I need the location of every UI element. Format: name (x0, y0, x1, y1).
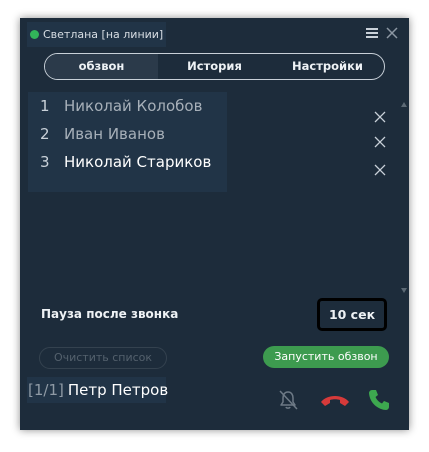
tab-bar: обзвон История Настройки (44, 53, 385, 80)
list-item[interactable]: 3 Николай Стариков (28, 149, 227, 175)
call-counter: [1/1] (28, 381, 64, 399)
current-call-info: [1/1] Петр Петров (27, 377, 169, 403)
dialer-window: Светлана [на линии] обзвон История Настр… (20, 18, 409, 430)
scroll-down-arrow-icon[interactable] (401, 288, 407, 293)
remove-item-icon[interactable] (374, 111, 386, 123)
list-item[interactable]: 1 Николай Колобов (28, 93, 227, 119)
phone-hangup-icon[interactable] (319, 392, 351, 410)
call-queue-list: 1 Николай Колобов 2 Иван Иванов 3 Никола… (28, 92, 227, 192)
queue-item-number: 1 (40, 97, 50, 115)
online-status-dot (30, 30, 39, 39)
pause-duration-input[interactable]: 10 сек (317, 298, 387, 331)
operator-status-text: Светлана [на линии] (43, 28, 164, 41)
scroll-up-arrow-icon[interactable] (401, 102, 407, 107)
phone-icon[interactable] (367, 388, 391, 412)
start-dialing-button[interactable]: Запустить обзвон (263, 346, 389, 368)
tab-history[interactable]: История (158, 54, 271, 79)
remove-item-icon[interactable] (374, 136, 386, 148)
queue-item-name: Николай Стариков (64, 153, 212, 171)
current-contact-name: Петр Петров (67, 381, 169, 399)
list-item[interactable]: 2 Иван Иванов (28, 121, 227, 147)
bell-off-icon[interactable] (277, 389, 299, 411)
tab-settings[interactable]: Настройки (271, 54, 384, 79)
close-icon[interactable] (386, 27, 398, 39)
queue-item-name: Иван Иванов (64, 125, 165, 143)
clear-list-button[interactable]: Очистить список (39, 347, 167, 369)
queue-item-number: 2 (40, 125, 50, 143)
queue-item-number: 3 (40, 153, 50, 171)
queue-item-name: Николай Колобов (64, 97, 203, 115)
remove-item-icon[interactable] (374, 164, 386, 176)
pause-label: Пауза после звонка (41, 307, 179, 321)
tab-dialer[interactable]: обзвон (45, 54, 158, 79)
operator-status: Светлана [на линии] (27, 22, 166, 47)
hamburger-icon[interactable] (366, 27, 378, 39)
